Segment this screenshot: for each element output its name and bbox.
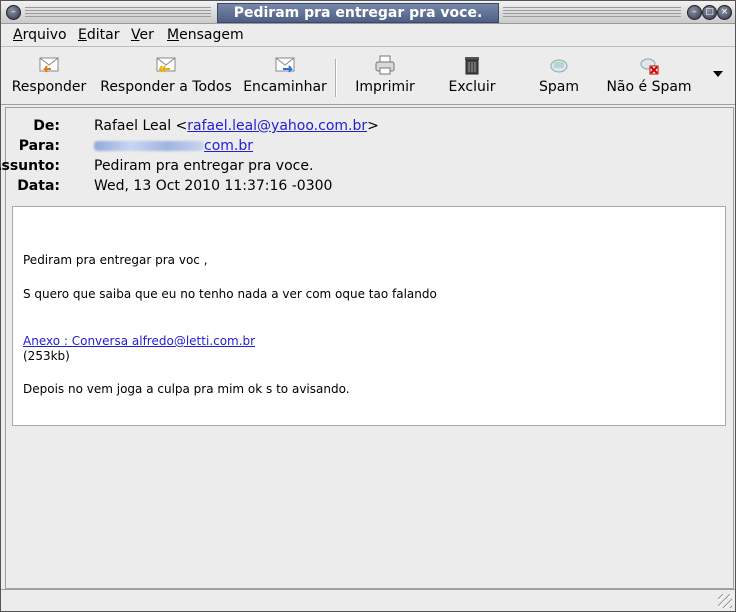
attachment-size: (253kb): [23, 349, 70, 363]
resize-grip[interactable]: [718, 594, 732, 608]
from-bracket: >: [367, 118, 379, 134]
mail-window: – Pediram pra entregar pra voce. – □ × A…: [0, 0, 736, 612]
menu-label: rquivo: [22, 27, 67, 43]
print-button[interactable]: Imprimir: [355, 53, 415, 95]
menu-arquivo[interactable]: Arquivo: [13, 27, 67, 43]
menu-mnemonic: E: [78, 27, 87, 43]
to-label: Para:: [18, 138, 60, 154]
menu-editar[interactable]: Editar: [78, 27, 119, 43]
forward-button[interactable]: Encaminhar: [243, 53, 327, 95]
menu-bar: Arquivo Editar Ver Mensagem: [1, 24, 735, 47]
print-label: Imprimir: [355, 79, 415, 95]
toolbar-separator: [335, 59, 337, 97]
reply-label: Responder: [11, 79, 87, 95]
reply-all-icon: [156, 57, 176, 73]
body-line: S quero que saiba que eu no tenho nada a…: [23, 287, 437, 301]
maximize-button[interactable]: □: [702, 5, 717, 20]
header-to: Para: com.br: [6, 138, 706, 156]
to-email-link[interactable]: com.br: [204, 138, 253, 154]
spam-label: Spam: [539, 79, 579, 95]
header-from: De: Rafael Leal <rafael.leal@yahoo.com.b…: [6, 118, 706, 136]
from-label: De:: [33, 118, 60, 134]
body-line: Pediram pra entregar pra voc ,: [23, 253, 208, 267]
menu-label: ensagem: [179, 27, 244, 43]
date-label: Data:: [17, 178, 60, 194]
to-value[interactable]: com.br: [94, 138, 253, 154]
from-value: Rafael Leal <rafael.leal@yahoo.com.br>: [94, 118, 379, 134]
header-subject: Assunto: Pediram pra entregar pra voce.: [0, 158, 706, 176]
forward-icon: [275, 57, 295, 73]
subject-value: Pediram pra entregar pra voce.: [94, 158, 314, 174]
from-email-link[interactable]: rafael.leal@yahoo.com.br: [187, 118, 367, 134]
not-spam-button[interactable]: Não é Spam: [605, 53, 693, 95]
delete-label: Excluir: [448, 79, 496, 95]
menu-label: er: [139, 27, 154, 43]
subject-label: Assunto:: [0, 158, 60, 174]
minimize-button[interactable]: –: [687, 5, 702, 20]
body-line: Depois no vem joga a culpa pra mim ok s …: [23, 382, 350, 396]
title-bar-grip: [503, 7, 681, 17]
menu-ver[interactable]: Ver: [131, 27, 154, 43]
from-name: Rafael Leal <: [94, 118, 188, 134]
not-spam-label: Não é Spam: [606, 79, 692, 95]
menu-label: ditar: [86, 27, 120, 43]
reply-icon: [39, 57, 59, 73]
status-bar: [1, 589, 735, 611]
reply-button[interactable]: Responder: [10, 53, 88, 95]
menu-mnemonic: A: [13, 27, 23, 43]
date-value: Wed, 13 Oct 2010 11:37:16 -0300: [94, 178, 333, 194]
toolbar-overflow-arrow[interactable]: [713, 71, 723, 77]
header-date: Data: Wed, 13 Oct 2010 11:37:16 -0300: [6, 178, 706, 196]
reply-all-label: Responder a Todos: [100, 79, 232, 95]
attachment-link[interactable]: Anexo : Conversa alfredo@letti.com.br: [23, 334, 255, 348]
title-bar[interactable]: – Pediram pra entregar pra voce. – □ ×: [1, 1, 735, 24]
window-title: Pediram pra entregar pra voce.: [217, 3, 499, 23]
reply-all-button[interactable]: Responder a Todos: [97, 53, 235, 95]
title-bar-grip: [25, 7, 211, 17]
redacted-address: [94, 141, 204, 151]
menu-mensagem[interactable]: Mensagem: [167, 27, 244, 43]
forward-label: Encaminhar: [243, 79, 327, 95]
message-body[interactable]: Pediram pra entregar pra voc , S quero q…: [12, 206, 726, 426]
printer-icon: [375, 55, 395, 75]
delete-button[interactable]: Excluir: [445, 53, 499, 95]
spam-button[interactable]: Spam: [533, 53, 585, 95]
window-menu-button[interactable]: –: [6, 5, 21, 20]
spam-icon: [550, 59, 568, 73]
not-spam-icon: [640, 58, 659, 75]
message-view: De: Rafael Leal <rafael.leal@yahoo.com.b…: [0, 107, 734, 589]
menu-mnemonic: V: [131, 27, 140, 43]
close-button[interactable]: ×: [717, 5, 732, 20]
menu-mnemonic: M: [167, 27, 180, 43]
toolbar: Responder Responder a Todos Encaminhar I…: [1, 47, 735, 105]
trash-icon: [465, 57, 479, 75]
